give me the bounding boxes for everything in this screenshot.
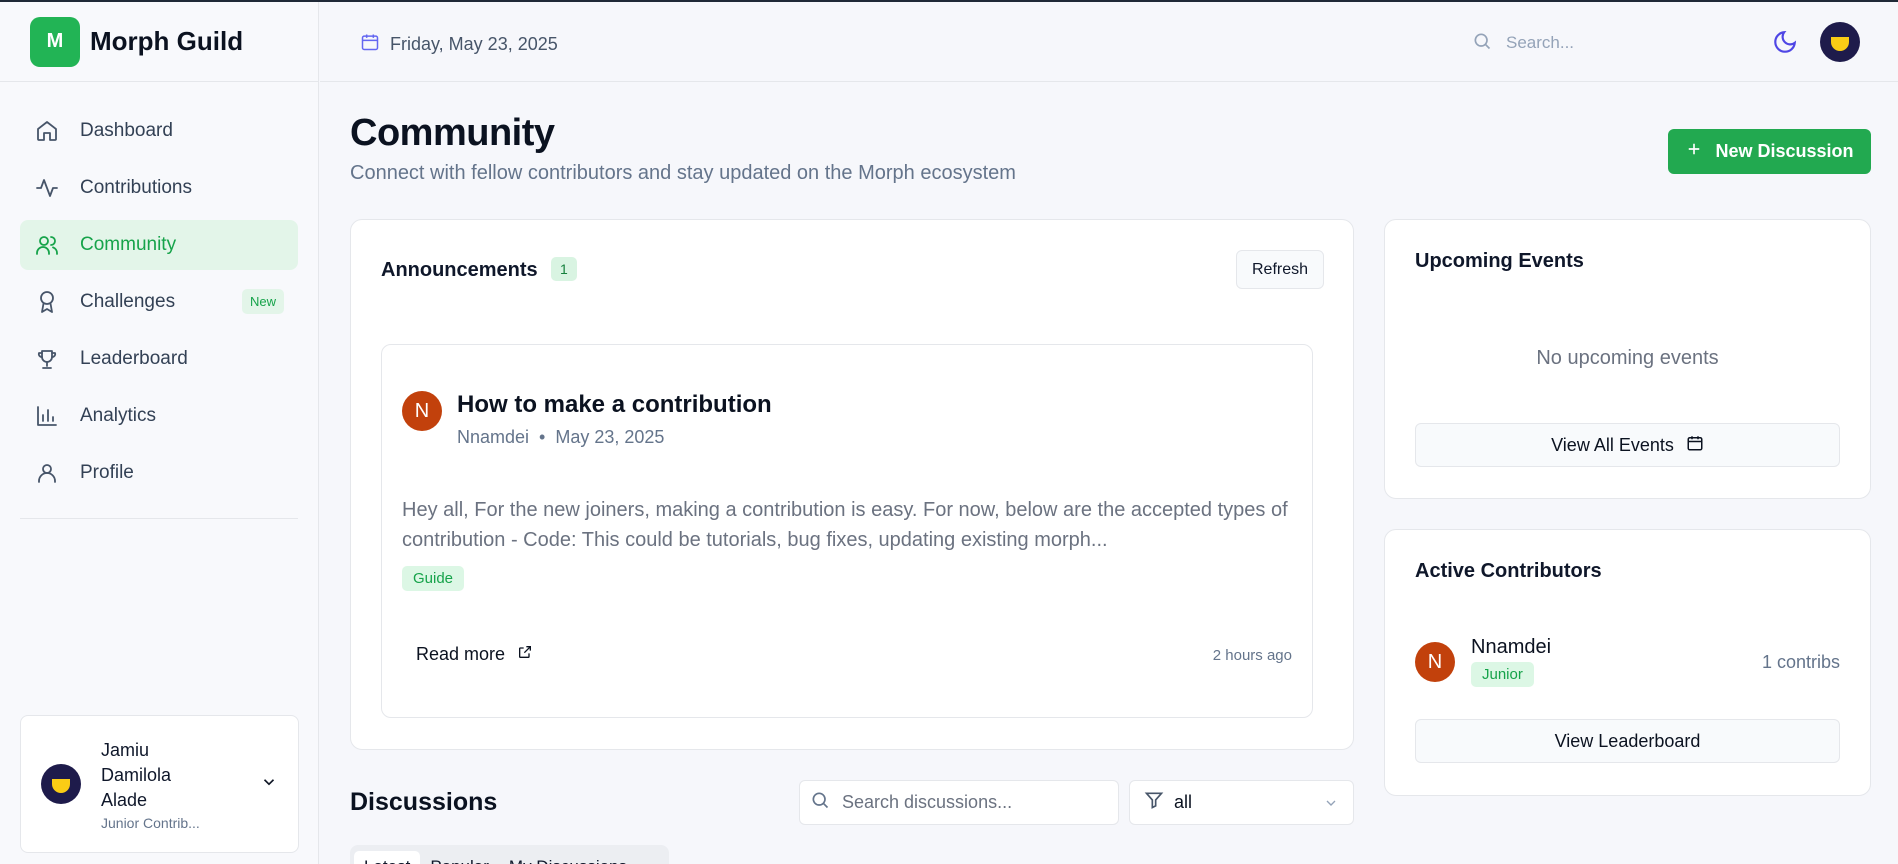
chevron-down-icon xyxy=(1323,795,1339,816)
user-role: Junior Contrib... xyxy=(101,814,200,831)
sidebar-item-challenges[interactable]: Challenges New xyxy=(20,277,298,327)
sidebar-item-label: Analytics xyxy=(80,405,157,426)
page-title: Community xyxy=(350,112,555,154)
post-meta: Nnamdei • May 23, 2025 xyxy=(457,427,664,448)
announcements-card: Announcements 1 Refresh N How to make a … xyxy=(350,219,1354,750)
moon-icon[interactable] xyxy=(1772,29,1798,60)
discussions-title: Discussions xyxy=(350,788,498,816)
contributor-count: 1 contribs xyxy=(1761,652,1840,672)
discussion-search-input[interactable]: Search discussions... xyxy=(842,792,1012,813)
post-body: Hey all, For the new joiners, making a c… xyxy=(402,499,1288,551)
date-text: Friday, May 23, 2025 xyxy=(390,34,558,54)
post-tag: Guide xyxy=(402,566,465,591)
user-name: Jamiu Damilola Alade xyxy=(101,739,172,810)
sidebar-divider xyxy=(20,518,298,519)
view-leaderboard-button[interactable]: View Leaderboard xyxy=(1415,719,1840,763)
calendar-icon xyxy=(360,32,390,57)
new-discussion-label: New Discussion xyxy=(1715,141,1854,161)
discussion-filter-select[interactable]: all xyxy=(1129,780,1354,825)
tab-my-discussions[interactable]: My Discussions xyxy=(499,851,637,864)
tab-popular[interactable]: Popular xyxy=(420,851,499,864)
events-title: Upcoming Events xyxy=(1415,250,1584,272)
contributor-name[interactable]: Nnamdei xyxy=(1471,636,1551,659)
new-discussion-button[interactable]: New Discussion xyxy=(1668,129,1871,174)
bar-chart-icon xyxy=(34,403,60,429)
new-badge: New xyxy=(241,289,284,314)
calendar-icon xyxy=(1674,434,1704,457)
external-link-icon xyxy=(505,644,533,665)
search-input[interactable]: Search... xyxy=(1506,33,1574,53)
refresh-button[interactable]: Refresh xyxy=(1236,250,1324,289)
sidebar-nav: Dashboard Contributions Community Challe… xyxy=(0,82,318,498)
avatar xyxy=(41,764,81,804)
discussion-search[interactable]: Search discussions... xyxy=(799,780,1119,825)
announcements-count-badge: 1 xyxy=(551,257,577,281)
sidebar-item-contributions[interactable]: Contributions xyxy=(20,163,298,213)
sidebar-item-leaderboard[interactable]: Leaderboard xyxy=(20,334,298,384)
upcoming-events-card: Upcoming Events No upcoming events View … xyxy=(1384,219,1871,499)
chevron-down-icon[interactable] xyxy=(260,773,278,796)
read-more-label: Read more xyxy=(416,644,506,664)
global-search[interactable]: Search... xyxy=(1460,22,1750,64)
current-date: Friday, May 23, 2025 xyxy=(360,32,558,57)
home-icon xyxy=(34,118,60,144)
user-icon xyxy=(34,460,60,486)
brand[interactable]: M Morph Guild xyxy=(0,2,318,82)
contributor-avatar: N xyxy=(1415,642,1455,682)
brand-logo: M xyxy=(30,16,80,67)
author-avatar: N xyxy=(402,391,442,431)
sidebar-item-label: Leaderboard xyxy=(80,348,188,369)
view-all-events-button[interactable]: View All Events xyxy=(1415,423,1840,467)
sidebar-item-label: Profile xyxy=(80,462,134,483)
sidebar-item-analytics[interactable]: Analytics xyxy=(20,391,298,441)
discussion-tabs: Latest Popular My Discussions xyxy=(350,845,669,864)
sidebar-item-profile[interactable]: Profile xyxy=(20,448,298,498)
award-icon xyxy=(34,289,60,315)
top-header: Friday, May 23, 2025 Search... xyxy=(320,2,1898,82)
post-title[interactable]: How to make a contribution xyxy=(457,391,772,419)
search-icon xyxy=(810,790,842,815)
sidebar-item-label: Challenges xyxy=(80,291,176,312)
user-menu[interactable]: Jamiu Damilola Alade Junior Contrib... xyxy=(20,715,299,853)
header-avatar[interactable] xyxy=(1820,22,1860,62)
search-icon xyxy=(1472,31,1506,56)
read-more-link[interactable]: Read more xyxy=(416,644,533,665)
users-icon xyxy=(34,232,60,258)
view-all-events-label: View All Events xyxy=(1551,434,1674,455)
trophy-icon xyxy=(34,346,60,372)
sidebar-item-label: Community xyxy=(80,234,177,255)
plus-icon xyxy=(1685,140,1715,163)
sidebar-item-community[interactable]: Community xyxy=(20,220,298,270)
announcement-post: N How to make a contribution Nnamdei • May… xyxy=(381,344,1313,718)
sidebar: M Morph Guild Dashboard Contributions Co… xyxy=(0,2,319,864)
post-time-ago: 2 hours ago xyxy=(1212,647,1292,664)
no-events-text: No upcoming events xyxy=(1536,347,1719,369)
sidebar-item-dashboard[interactable]: Dashboard xyxy=(20,106,298,156)
filter-icon xyxy=(1144,790,1174,815)
announcements-title: Announcements xyxy=(381,259,538,281)
tab-latest[interactable]: Latest xyxy=(354,851,421,864)
contributor-rank-badge: Junior xyxy=(1471,662,1534,687)
post-author: Nnamdei xyxy=(457,427,530,447)
page-subtitle: Connect with fellow contributors and sta… xyxy=(350,162,1016,184)
meta-separator: • xyxy=(539,427,546,447)
post-date: May 23, 2025 xyxy=(555,427,665,447)
brand-name: Morph Guild xyxy=(90,26,244,56)
activity-icon xyxy=(34,175,60,201)
sidebar-item-label: Contributions xyxy=(80,177,192,198)
contributors-title: Active Contributors xyxy=(1415,560,1602,582)
active-contributors-card: Active Contributors N Nnamdei Junior 1 c… xyxy=(1384,529,1871,796)
sidebar-item-label: Dashboard xyxy=(80,120,173,141)
filter-value: all xyxy=(1174,792,1193,812)
